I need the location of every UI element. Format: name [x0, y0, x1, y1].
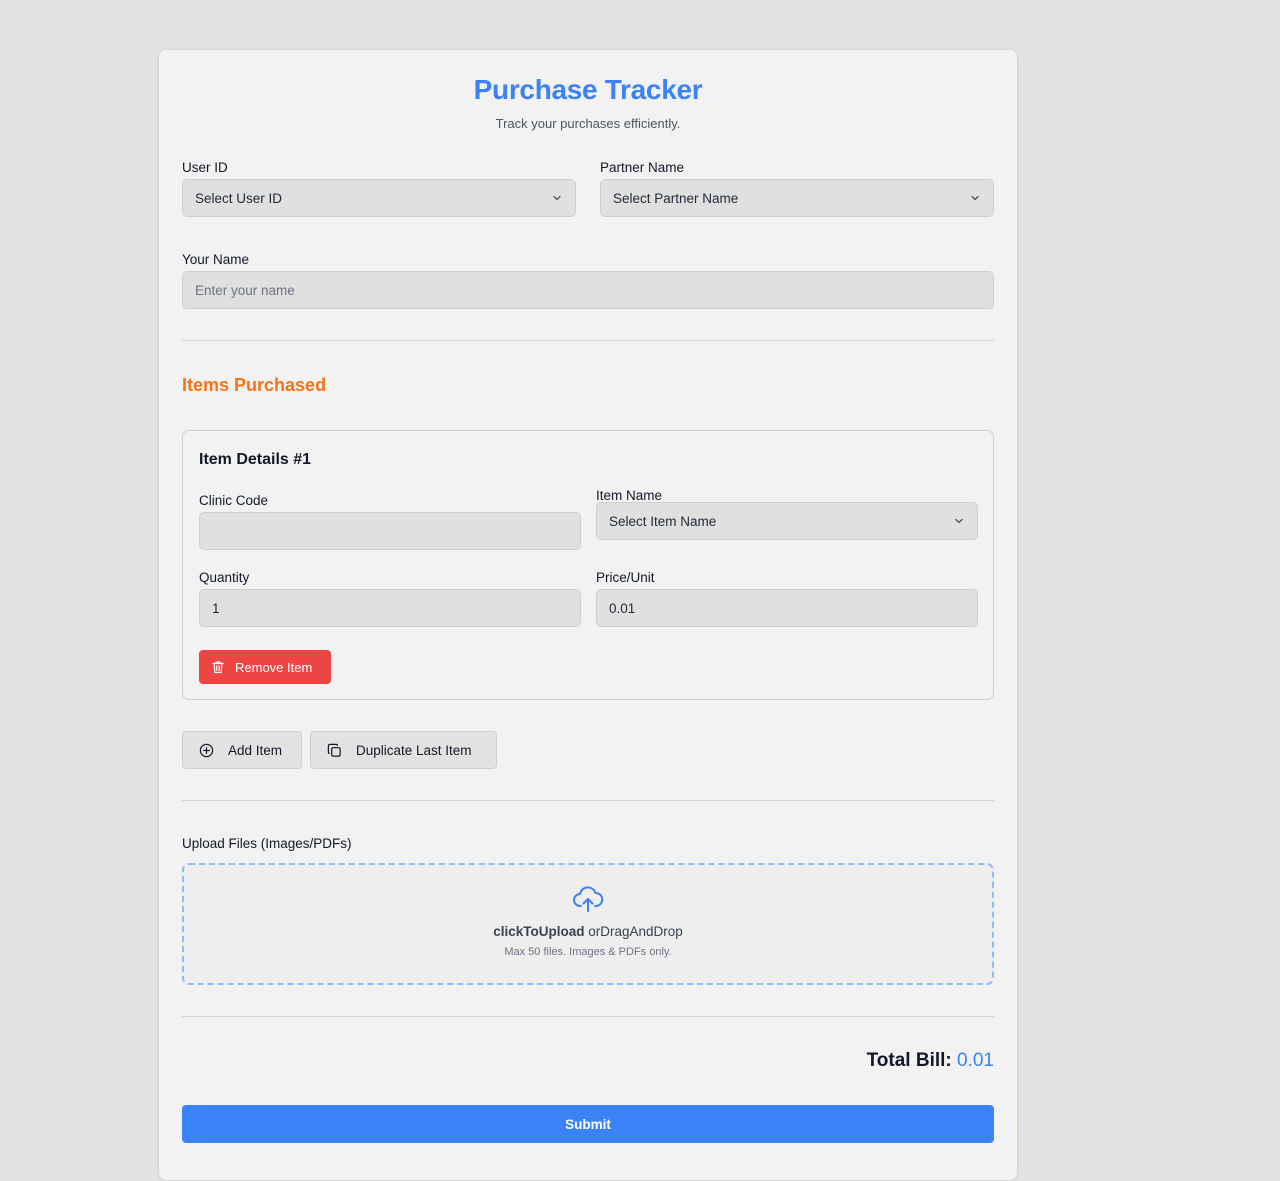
duplicate-last-item-label: Duplicate Last Item: [356, 742, 472, 758]
your-name-input[interactable]: Enter your name: [182, 271, 994, 309]
divider: [182, 1016, 994, 1017]
clinic-code-input[interactable]: [199, 512, 581, 550]
dropzone-text: clickToUpload orDragAndDrop: [184, 924, 992, 939]
price-unit-value: 0.01: [609, 600, 636, 616]
add-item-button[interactable]: Add Item: [182, 731, 302, 769]
quantity-input[interactable]: 1: [199, 589, 581, 627]
divider: [182, 800, 994, 801]
your-name-label: Your Name: [182, 252, 250, 267]
dropzone-hint: Max 50 files. Images & PDFs only.: [504, 946, 672, 958]
page-subtitle: Track your purchases efficiently.: [495, 116, 681, 131]
click-to-upload-text[interactable]: clickToUpload: [493, 924, 584, 939]
total-bill-value: 0.01: [957, 1050, 994, 1071]
partner-name-select-value: Select Partner Name: [613, 190, 739, 206]
total-bill: Total Bill: 0.01: [867, 1050, 994, 1072]
duplicate-last-item-button[interactable]: Duplicate Last Item: [310, 731, 497, 769]
copy-icon: [327, 743, 341, 757]
price-unit-input[interactable]: 0.01: [596, 589, 978, 627]
submit-button[interactable]: Submit: [182, 1105, 994, 1143]
price-unit-label: Price/Unit: [596, 570, 655, 585]
purchase-form-card: Purchase Tracker Track your purchases ef…: [158, 49, 1018, 1181]
user-id-select[interactable]: Select User ID: [182, 179, 576, 217]
page-title: Purchase Tracker: [473, 74, 703, 105]
remove-item-button[interactable]: Remove Item: [199, 650, 331, 684]
divider: [182, 340, 994, 341]
chevron-down-icon: [553, 195, 561, 201]
item-title: Item Details #1: [199, 451, 312, 468]
upload-label: Upload Files (Images/PDFs): [182, 836, 352, 851]
drag-and-drop-text: orDragAndDrop: [588, 924, 683, 939]
quantity-value: 1: [212, 600, 220, 616]
user-id-label: User ID: [182, 160, 228, 175]
partner-name-label: Partner Name: [600, 160, 685, 175]
chevron-down-icon: [955, 518, 963, 524]
cloud-upload-icon: [573, 886, 604, 912]
remove-item-label: Remove Item: [235, 659, 313, 675]
clinic-code-label: Clinic Code: [199, 493, 269, 508]
total-bill-label: Total Bill:: [866, 1050, 952, 1071]
your-name-placeholder: Enter your name: [195, 282, 295, 298]
item-card: Item Details #1 Clinic Code Item Name Se…: [182, 430, 994, 700]
file-dropzone[interactable]: clickToUpload orDragAndDrop Max 50 files…: [182, 863, 994, 985]
add-item-label: Add Item: [228, 742, 283, 758]
plus-circle-icon: [199, 743, 214, 757]
quantity-label: Quantity: [199, 570, 250, 585]
user-id-select-value: Select User ID: [195, 190, 283, 206]
item-name-select-value: Select Item Name: [609, 513, 717, 529]
item-name-select[interactable]: Select Item Name: [596, 502, 978, 540]
trash-icon: [212, 661, 224, 674]
items-section-title: Items Purchased: [182, 375, 327, 395]
chevron-down-icon: [971, 195, 979, 201]
item-name-label: Item Name: [596, 488, 663, 503]
partner-name-select[interactable]: Select Partner Name: [600, 179, 994, 217]
